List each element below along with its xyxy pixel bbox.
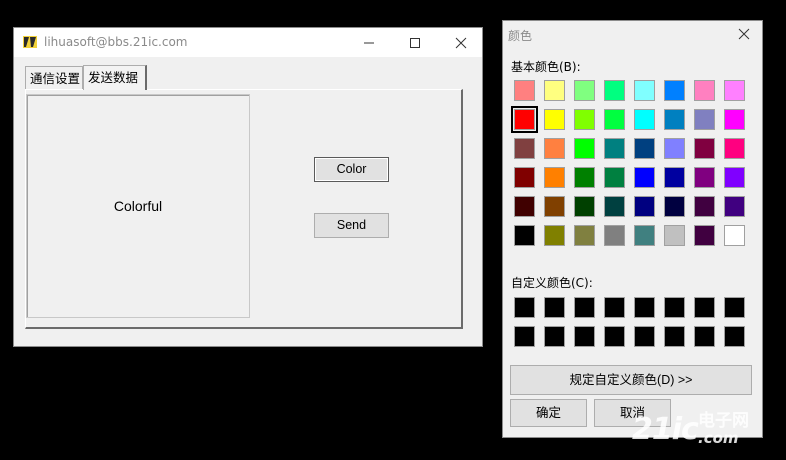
tab-label: 通信设置 — [30, 71, 81, 86]
basic-color-swatch[interactable] — [574, 225, 595, 246]
color-button[interactable]: Color — [314, 157, 389, 182]
custom-color-swatch[interactable] — [514, 326, 535, 347]
basic-color-swatch[interactable] — [544, 109, 565, 130]
basic-color-swatch[interactable] — [514, 80, 535, 101]
panel-text: Colorful — [113, 198, 163, 214]
custom-color-swatch[interactable] — [694, 297, 715, 318]
custom-color-swatch[interactable] — [574, 297, 595, 318]
colorful-panel: Colorful — [26, 94, 250, 318]
basic-color-swatch[interactable] — [634, 167, 655, 188]
basic-color-swatch[interactable] — [604, 225, 625, 246]
basic-color-swatch[interactable] — [604, 109, 625, 130]
basic-color-swatch[interactable] — [724, 80, 745, 101]
basic-color-swatch[interactable] — [724, 167, 745, 188]
custom-color-swatch[interactable] — [724, 326, 745, 347]
basic-color-swatch[interactable] — [514, 196, 535, 217]
basic-color-swatch[interactable] — [664, 138, 685, 159]
basic-color-swatch[interactable] — [514, 167, 535, 188]
custom-color-swatch[interactable] — [664, 326, 685, 347]
basic-color-swatch[interactable] — [511, 106, 538, 133]
basic-color-swatch[interactable] — [574, 109, 595, 130]
custom-color-swatch[interactable] — [514, 297, 535, 318]
basic-color-swatch[interactable] — [694, 196, 715, 217]
maximize-button[interactable] — [392, 28, 438, 57]
main-window: lihuasoft@bbs.21ic.com 通信设置 发送数据 Colorfu… — [13, 27, 483, 347]
basic-color-swatch[interactable] — [664, 196, 685, 217]
basic-color-swatch[interactable] — [574, 167, 595, 188]
basic-color-swatch[interactable] — [604, 196, 625, 217]
tab-comm-settings[interactable]: 通信设置 — [25, 66, 83, 89]
minimize-icon — [364, 42, 374, 43]
basic-color-swatch[interactable] — [544, 225, 565, 246]
custom-color-swatch[interactable] — [634, 326, 655, 347]
custom-color-swatch[interactable] — [634, 297, 655, 318]
basic-color-swatch[interactable] — [694, 225, 715, 246]
custom-color-swatch[interactable] — [544, 297, 565, 318]
close-icon — [455, 37, 467, 48]
basic-colors-label: 基本颜色(B): — [511, 60, 581, 74]
site-watermark: 21ic 电子网 .com — [632, 412, 749, 447]
basic-color-swatch[interactable] — [694, 138, 715, 159]
watermark-suffix: 电子网 — [698, 411, 749, 431]
basic-color-swatch[interactable] — [574, 196, 595, 217]
basic-color-swatch[interactable] — [634, 109, 655, 130]
basic-color-swatch[interactable] — [724, 196, 745, 217]
basic-color-swatch[interactable] — [664, 80, 685, 101]
basic-color-swatch[interactable] — [634, 196, 655, 217]
basic-color-swatch[interactable] — [544, 138, 565, 159]
tab-send-data[interactable]: 发送数据 — [83, 65, 147, 90]
basic-color-swatch[interactable] — [694, 80, 715, 101]
watermark-domain: .com — [698, 429, 739, 447]
basic-color-swatch[interactable] — [664, 225, 685, 246]
app-icon — [23, 36, 37, 48]
custom-colors-label: 自定义颜色(C): — [511, 276, 593, 290]
basic-color-swatch[interactable] — [544, 80, 565, 101]
color-button-label: Color — [336, 162, 367, 176]
ok-button-label: 确定 — [535, 406, 561, 420]
basic-color-swatch[interactable] — [634, 225, 655, 246]
send-button-label: Send — [336, 218, 367, 232]
basic-color-swatch[interactable] — [574, 138, 595, 159]
basic-color-swatch[interactable] — [664, 109, 685, 130]
basic-color-swatch[interactable] — [514, 225, 535, 246]
close-button[interactable] — [438, 28, 484, 57]
define-custom-colors-button[interactable]: 规定自定义颜色(D) >> — [510, 365, 752, 395]
basic-color-swatch[interactable] — [724, 138, 745, 159]
title-bar: lihuasoft@bbs.21ic.com — [14, 28, 482, 57]
custom-color-swatch[interactable] — [664, 297, 685, 318]
basic-color-swatch[interactable] — [574, 80, 595, 101]
custom-color-swatch[interactable] — [724, 297, 745, 318]
maximize-icon — [410, 37, 420, 48]
basic-color-swatch[interactable] — [544, 167, 565, 188]
define-custom-colors-label: 规定自定义颜色(D) >> — [569, 373, 693, 387]
tab-label: 发送数据 — [88, 70, 139, 85]
custom-color-swatch[interactable] — [694, 326, 715, 347]
basic-color-swatch[interactable] — [694, 167, 715, 188]
watermark-brand: 21ic — [632, 412, 699, 447]
basic-color-swatch[interactable] — [604, 80, 625, 101]
basic-color-swatch[interactable] — [514, 138, 535, 159]
basic-color-swatch[interactable] — [544, 196, 565, 217]
window-title: lihuasoft@bbs.21ic.com — [44, 35, 188, 49]
custom-color-swatch[interactable] — [604, 326, 625, 347]
minimize-button[interactable] — [346, 28, 392, 57]
color-dialog: 颜色 基本颜色(B): 自定义颜色(C): 规定自定义颜色(D) >> 确定 取… — [502, 20, 763, 438]
basic-color-swatch[interactable] — [604, 138, 625, 159]
basic-color-swatch[interactable] — [634, 80, 655, 101]
custom-color-swatch[interactable] — [604, 297, 625, 318]
send-button[interactable]: Send — [314, 213, 389, 238]
basic-color-swatch[interactable] — [694, 109, 715, 130]
basic-color-swatch[interactable] — [724, 225, 745, 246]
dialog-title: 颜色 — [508, 29, 533, 43]
basic-color-swatch[interactable] — [724, 109, 745, 130]
custom-color-swatch[interactable] — [574, 326, 595, 347]
dialog-close-icon[interactable] — [737, 27, 751, 41]
ok-button[interactable]: 确定 — [510, 399, 587, 427]
basic-color-swatch[interactable] — [664, 167, 685, 188]
basic-color-swatch[interactable] — [604, 167, 625, 188]
basic-color-swatch[interactable] — [634, 138, 655, 159]
custom-color-swatch[interactable] — [544, 326, 565, 347]
